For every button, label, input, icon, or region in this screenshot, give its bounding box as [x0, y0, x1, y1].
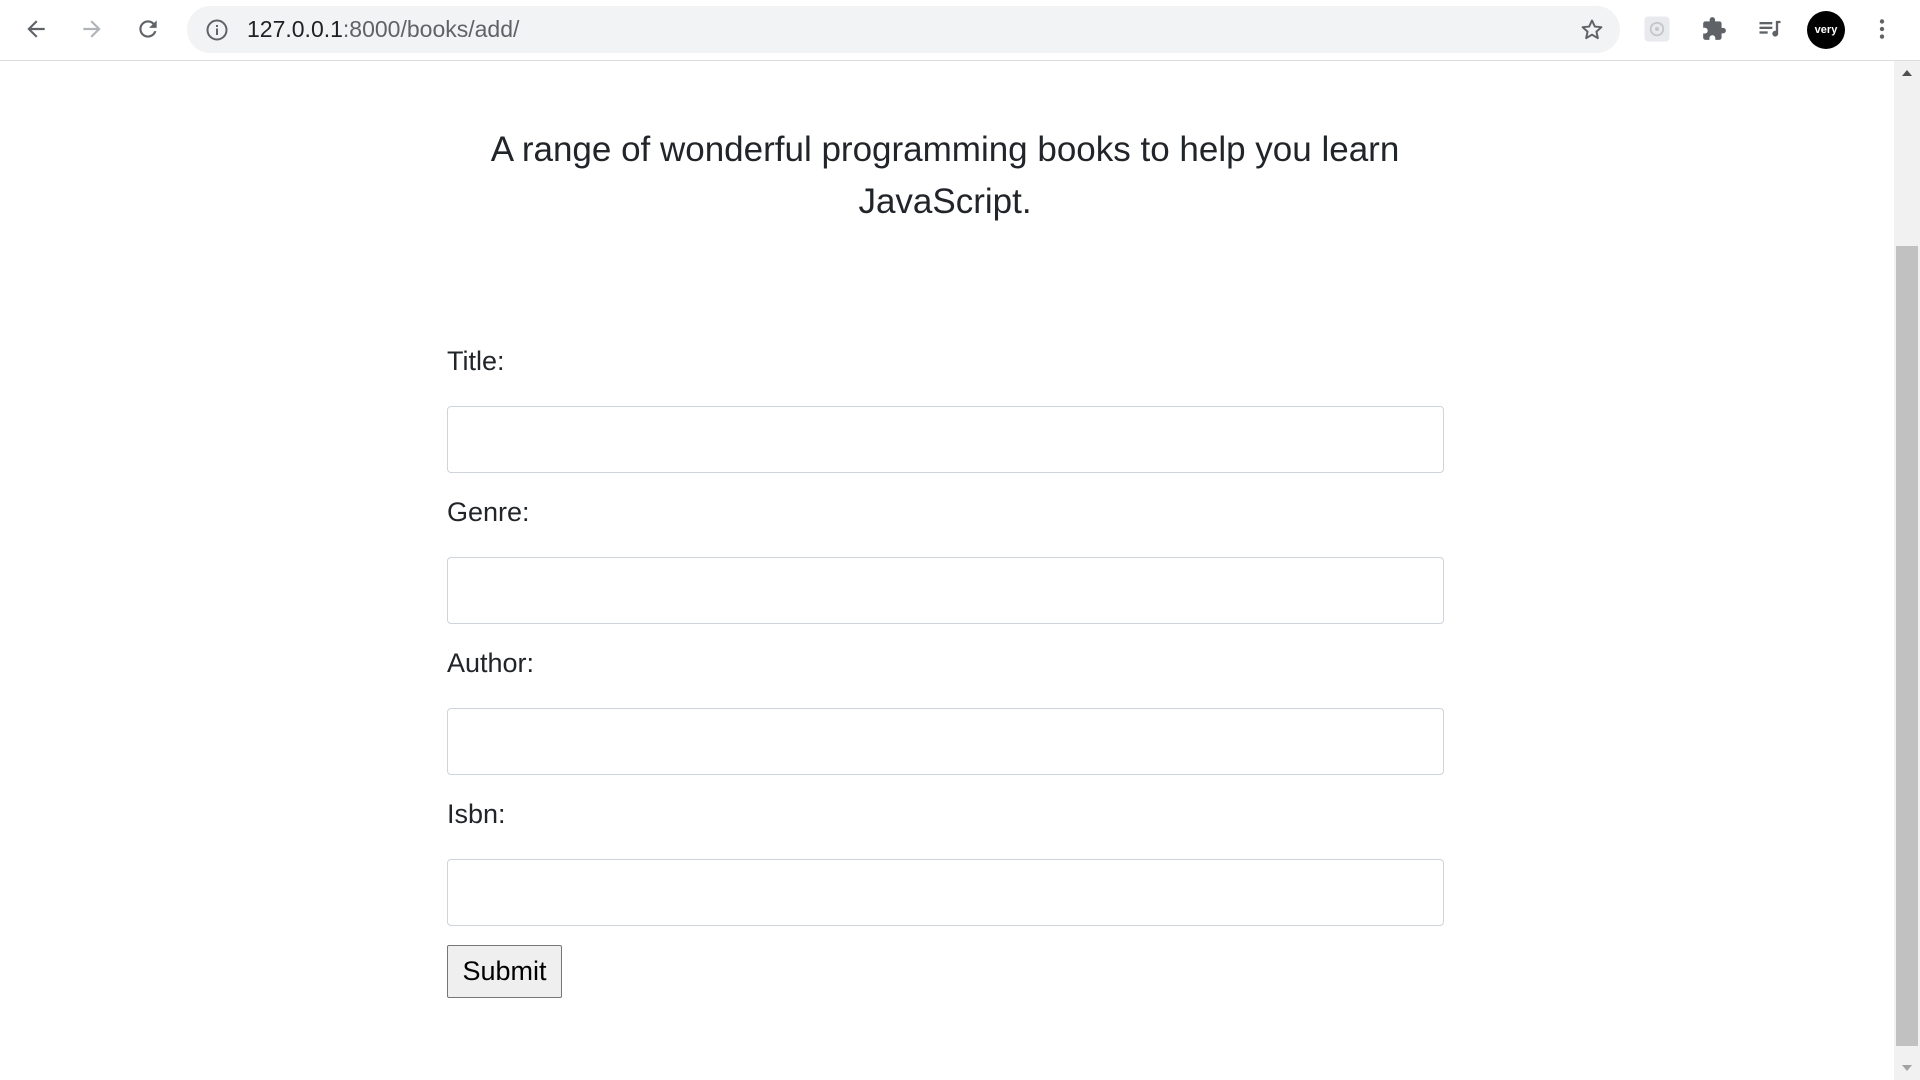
- submit-button[interactable]: Submit: [447, 945, 562, 998]
- add-book-form: Title: Genre: Author: Isbn:: [447, 344, 1444, 948]
- avatar[interactable]: very: [1807, 11, 1845, 49]
- menu-button[interactable]: [1862, 9, 1902, 49]
- title-label: Title:: [447, 346, 505, 376]
- reload-icon: [139, 20, 157, 38]
- scroll-up-button[interactable]: [1894, 61, 1920, 85]
- media-button[interactable]: [1750, 9, 1790, 49]
- forward-button[interactable]: [72, 9, 112, 49]
- kebab-menu-icon: [1879, 19, 1885, 39]
- extensions-button[interactable]: [1694, 9, 1734, 49]
- title-group: Title:: [447, 344, 1444, 495]
- triangle-up-icon: [1902, 70, 1912, 76]
- title-input[interactable]: [447, 406, 1444, 473]
- scroll-down-button[interactable]: [1894, 1056, 1920, 1080]
- playlist-icon: [1759, 20, 1781, 37]
- genre-label: Genre:: [447, 497, 530, 527]
- info-icon[interactable]: [205, 18, 229, 42]
- browser-toolbar: 127.0.0.1:8000/books/add/ very: [0, 0, 1920, 61]
- author-group: Author:: [447, 646, 1444, 797]
- author-label: Author:: [447, 648, 535, 678]
- address-bar[interactable]: 127.0.0.1:8000/books/add/: [187, 6, 1620, 53]
- url-text[interactable]: 127.0.0.1:8000/books/add/: [247, 6, 519, 53]
- genre-group: Genre:: [447, 495, 1444, 646]
- reload-button[interactable]: [128, 9, 168, 49]
- puzzle-icon: [1703, 17, 1726, 40]
- author-input[interactable]: [447, 708, 1444, 775]
- arrow-left-icon: [27, 20, 45, 38]
- genre-input[interactable]: [447, 557, 1444, 624]
- isbn-label: Isbn:: [447, 799, 506, 829]
- isbn-input[interactable]: [447, 859, 1444, 926]
- lead-text: A range of wonderful programming books t…: [490, 130, 1400, 221]
- url-host: 127.0.0.1: [247, 16, 343, 42]
- extension-icon: [1644, 16, 1670, 42]
- isbn-group: Isbn:: [447, 797, 1444, 948]
- scrollbar[interactable]: [1894, 61, 1920, 1080]
- triangle-down-icon: [1902, 1065, 1912, 1071]
- url-path: :8000/books/add/: [342, 16, 520, 42]
- star-icon[interactable]: [1578, 16, 1606, 44]
- extension-button[interactable]: [1637, 9, 1677, 49]
- arrow-right-icon: [83, 20, 101, 38]
- page-content: A range of wonderful programming books t…: [0, 61, 1894, 1080]
- back-button[interactable]: [16, 9, 56, 49]
- scroll-thumb[interactable]: [1896, 246, 1918, 1046]
